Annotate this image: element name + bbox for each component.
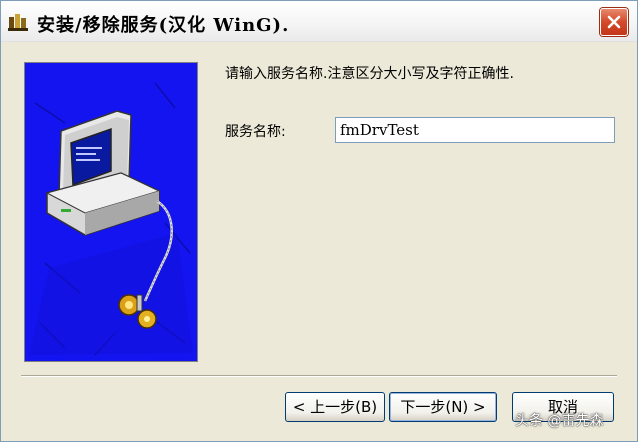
service-name-input[interactable] [335, 117, 615, 143]
title-bar[interactable]: 安装/移除服务(汉化 WinG). [1, 1, 637, 42]
instruction-text: 请输入服务名称.注意区分大小写及字符正确性. [225, 66, 514, 82]
watermark: 头条 @雷先森 [515, 413, 604, 429]
computer-illustration-icon [29, 82, 193, 356]
dialog-body: 请输入服务名称.注意区分大小写及字符正确性. 服务名称: < 上一步(B) 下一… [1, 42, 637, 441]
app-icon [8, 14, 28, 31]
window-title: 安装/移除服务(汉化 WinG). [37, 15, 290, 36]
back-button[interactable]: < 上一步(B) [285, 392, 385, 422]
service-name-label: 服务名称: [225, 124, 286, 140]
wizard-illustration [24, 62, 198, 362]
close-button[interactable] [600, 8, 628, 36]
close-icon [607, 15, 621, 29]
button-divider [21, 375, 617, 377]
next-button[interactable]: 下一步(N) > [389, 392, 497, 422]
installer-window: 安装/移除服务(汉化 WinG). 请输入服务名称.注意区分大小写及字符正确性.… [0, 0, 638, 442]
